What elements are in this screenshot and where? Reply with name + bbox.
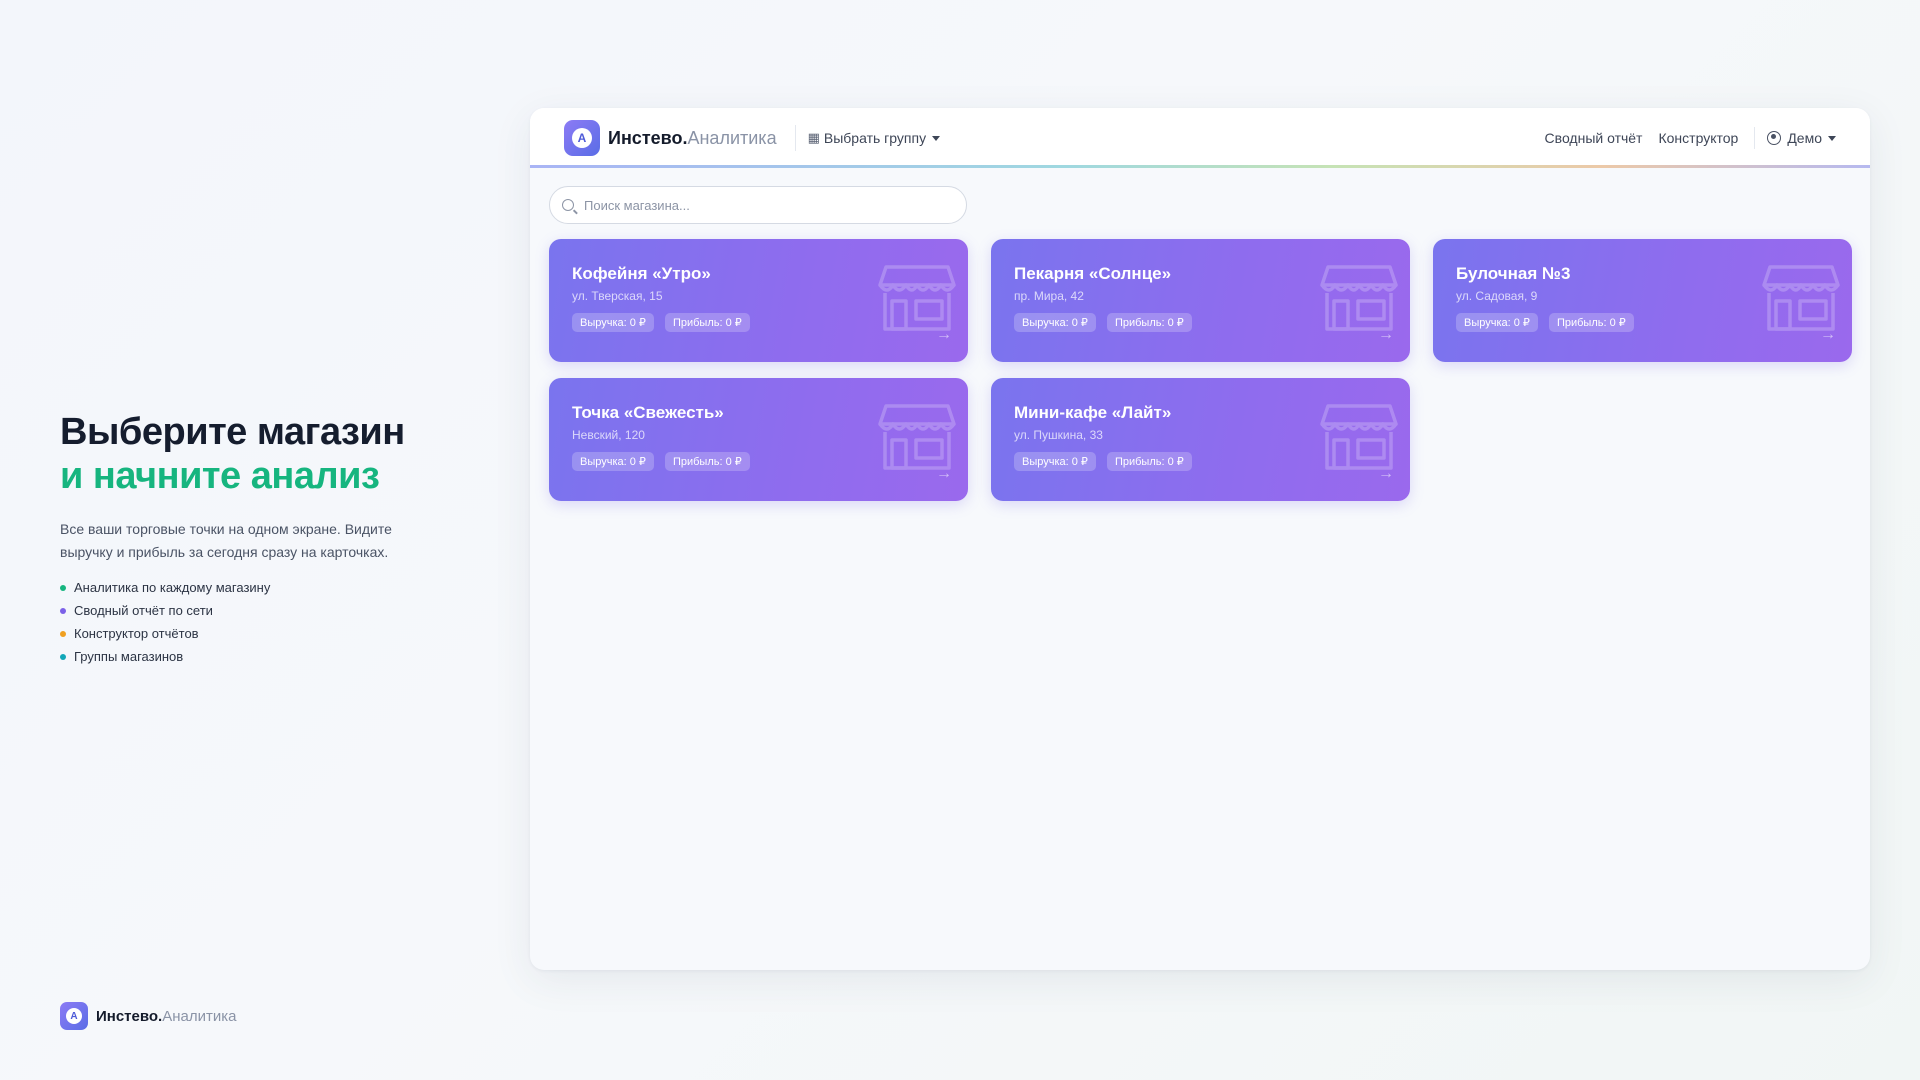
promo-title-line1: Выберите магазин xyxy=(60,411,405,453)
store-icon xyxy=(878,265,956,331)
brand-name: Инстево.Аналитика xyxy=(96,1008,236,1025)
revenue-badge: Выручка: 0 ₽ xyxy=(1456,313,1538,332)
brand-name[interactable]: Инстево.Аналитика xyxy=(608,128,777,149)
revenue-badge: Выручка: 0 ₽ xyxy=(572,452,654,471)
feature-label: Конструктор отчётов xyxy=(74,626,199,641)
brand-name-bold: Инстево. xyxy=(608,127,688,148)
app-logo-icon[interactable]: A xyxy=(564,120,600,156)
user-label: Демо xyxy=(1787,130,1822,146)
brand-name-bold: Инстево. xyxy=(96,1007,163,1025)
select-group-dropdown[interactable]: ▦ Выбрать группу xyxy=(807,130,941,146)
store-card[interactable]: Булочная №3 ул. Садовая, 9 Выручка: 0 ₽ … xyxy=(1433,239,1852,362)
revenue-badge: Выручка: 0 ₽ xyxy=(1014,313,1096,332)
nav-divider xyxy=(1754,127,1756,149)
store-icon xyxy=(1762,265,1840,331)
feature-item: Группы магазинов xyxy=(60,645,440,668)
feature-item: Сводный отчёт по сети xyxy=(60,599,440,622)
summary-report-link[interactable]: Сводный отчёт xyxy=(1545,130,1643,146)
bullet-dot-icon xyxy=(60,584,66,591)
logo-letter: A xyxy=(66,1008,82,1024)
search-box xyxy=(549,186,967,224)
caret-down-icon xyxy=(1828,135,1836,141)
profit-badge: Прибыль: 0 ₽ xyxy=(664,452,750,471)
store-card[interactable]: Пекарня «Солнце» пр. Мира, 42 Выручка: 0… xyxy=(991,239,1410,362)
caret-down-icon xyxy=(932,135,941,141)
arrow-right-icon: → xyxy=(1820,326,1836,343)
brand-name-light: Аналитика xyxy=(162,1007,237,1025)
navbar: A Инстево.Аналитика ▦ Выбрать группу Сво… xyxy=(530,108,1870,168)
feature-list: Аналитика по каждому магазину Сводный от… xyxy=(60,576,440,668)
store-card[interactable]: Кофейня «Утро» ул. Тверская, 15 Выручка:… xyxy=(549,239,968,362)
arrow-right-icon: → xyxy=(936,465,952,482)
promo-title-line2: и начните анализ xyxy=(60,455,380,497)
feature-label: Сводный отчёт по сети xyxy=(74,603,213,618)
feature-item: Аналитика по каждому магазину xyxy=(60,576,440,599)
store-icon xyxy=(1320,404,1398,470)
nav-divider xyxy=(794,125,796,151)
store-icon xyxy=(1320,265,1398,331)
profit-badge: Прибыль: 0 ₽ xyxy=(1106,313,1192,332)
profit-badge: Прибыль: 0 ₽ xyxy=(1106,452,1192,471)
constructor-link[interactable]: Конструктор xyxy=(1658,130,1738,146)
promo-title: Выберите магазин и начните анализ xyxy=(60,410,440,498)
main-content: Кофейня «Утро» ул. Тверская, 15 Выручка:… xyxy=(530,168,1870,519)
search-input[interactable] xyxy=(584,197,944,213)
revenue-badge: Выручка: 0 ₽ xyxy=(1014,452,1096,471)
arrow-right-icon: → xyxy=(1378,326,1394,343)
bullet-dot-icon xyxy=(60,653,66,660)
promo-section: Выберите магазин и начните анализ Все ва… xyxy=(60,410,440,668)
promo-description: Все ваши торговые точки на одном экране.… xyxy=(60,521,392,560)
app-logo-icon: A xyxy=(60,1002,88,1030)
search-icon xyxy=(562,199,574,211)
store-card[interactable]: Точка «Свежесть» Невский, 120 Выручка: 0… xyxy=(549,378,968,501)
store-icon xyxy=(878,404,956,470)
profit-badge: Прибыль: 0 ₽ xyxy=(1548,313,1634,332)
arrow-right-icon: → xyxy=(936,326,952,343)
store-card[interactable]: Мини-кафе «Лайт» ул. Пушкина, 33 Выручка… xyxy=(991,378,1410,501)
arrow-right-icon: → xyxy=(1378,465,1394,482)
revenue-badge: Выручка: 0 ₽ xyxy=(572,313,654,332)
feature-label: Аналитика по каждому магазину xyxy=(74,580,271,595)
nav-right: Сводный отчёт Конструктор Демо xyxy=(1529,127,1836,149)
bullet-dot-icon xyxy=(60,607,66,614)
building-icon: ▦ xyxy=(807,130,820,145)
footer-brand: A Инстево.Аналитика xyxy=(60,1002,236,1030)
user-menu-dropdown[interactable]: Демо xyxy=(1767,130,1836,146)
store-grid: Кофейня «Утро» ул. Тверская, 15 Выручка:… xyxy=(549,239,1852,501)
profit-badge: Прибыль: 0 ₽ xyxy=(664,313,750,332)
feature-item: Конструктор отчётов xyxy=(60,622,440,645)
feature-label: Группы магазинов xyxy=(74,649,184,664)
select-group-label: Выбрать группу xyxy=(823,130,927,146)
app-window: A Инстево.Аналитика ▦ Выбрать группу Сво… xyxy=(530,108,1870,970)
logo-letter: A xyxy=(572,128,592,148)
user-circle-icon xyxy=(1767,131,1782,145)
bullet-dot-icon xyxy=(60,630,66,637)
brand-name-light: Аналитика xyxy=(687,127,777,148)
